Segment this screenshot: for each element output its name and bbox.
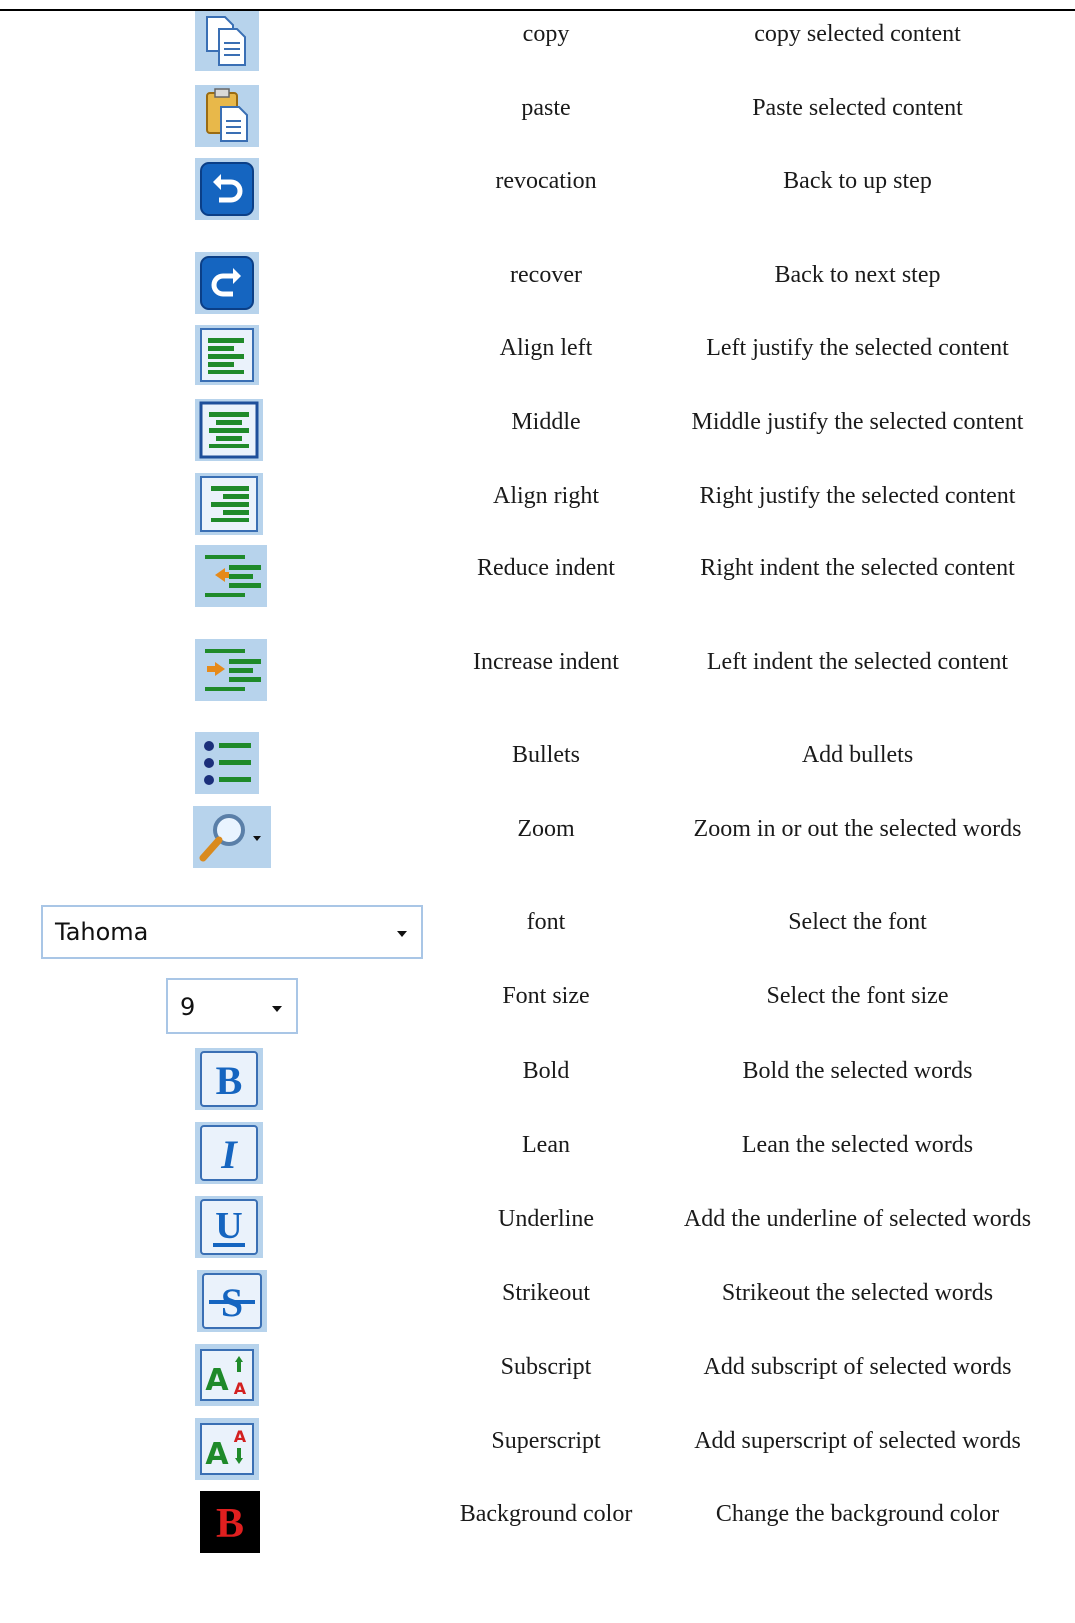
chevron-down-icon[interactable]	[397, 931, 407, 937]
bullets-icon[interactable]	[195, 732, 259, 794]
svg-text:A: A	[205, 1437, 229, 1472]
row-desc: Left justify the selected content	[706, 335, 1009, 361]
row-name: Background color	[459, 1501, 633, 1527]
row-name: paste	[521, 95, 571, 121]
row-desc: Add the underline of selected words	[683, 1206, 1032, 1232]
row-name: revocation	[495, 168, 597, 194]
svg-text:I: I	[220, 1132, 238, 1177]
svg-text:A: A	[205, 1363, 229, 1398]
align-center-icon[interactable]	[195, 399, 263, 461]
row-desc: Bold the selected words	[742, 1058, 973, 1084]
zoom-icon[interactable]	[193, 806, 271, 868]
svg-text:A: A	[234, 1427, 247, 1446]
row-name: Underline	[498, 1206, 594, 1232]
align-left-icon[interactable]	[195, 325, 259, 385]
row-desc: Add subscript of selected words	[703, 1354, 1012, 1380]
row-desc: Change the background color	[715, 1501, 1000, 1527]
font-combo-value: Tahoma	[55, 918, 149, 946]
row-name: Increase indent	[473, 649, 619, 675]
row-desc: Paste selected content	[752, 95, 963, 121]
row-name: Superscript	[491, 1428, 601, 1454]
row-desc: Zoom in or out the selected words	[693, 816, 1022, 842]
row-desc: Lean the selected words	[741, 1132, 974, 1158]
row-desc: Add superscript of selected words	[694, 1428, 1021, 1454]
copy-icon[interactable]	[195, 11, 259, 71]
align-right-icon[interactable]	[195, 473, 263, 535]
row-name: Align left	[499, 335, 593, 361]
row-desc: Strikeout the selected words	[721, 1280, 994, 1306]
row-name: font	[526, 909, 566, 935]
row-desc: Select the font	[788, 909, 927, 935]
row-desc: Back to up step	[783, 168, 932, 194]
subscript-icon[interactable]: A A	[195, 1344, 259, 1406]
font-combo[interactable]: Tahoma	[41, 905, 423, 959]
background-color-icon[interactable]: B	[200, 1491, 260, 1553]
superscript-icon[interactable]: A A	[195, 1418, 259, 1480]
svg-text:U: U	[215, 1205, 242, 1247]
row-desc: Add bullets	[801, 742, 914, 768]
indent-icon[interactable]	[195, 639, 267, 701]
row-desc: Middle justify the selected content	[691, 409, 1024, 435]
font-size-combo-value: 9	[180, 993, 196, 1021]
svg-text:B: B	[216, 1501, 244, 1547]
row-name: Zoom	[517, 816, 575, 842]
paste-icon[interactable]	[195, 85, 259, 147]
row-desc: Back to next step	[774, 262, 941, 288]
row-name: Bullets	[511, 742, 580, 768]
italic-icon[interactable]: I	[195, 1122, 263, 1184]
outdent-icon[interactable]	[195, 545, 267, 607]
svg-text:A: A	[234, 1379, 247, 1398]
bold-icon[interactable]: B	[195, 1048, 263, 1110]
undo-icon[interactable]	[195, 158, 259, 220]
row-name: Reduce indent	[477, 555, 615, 581]
underline-icon[interactable]: U	[195, 1196, 263, 1258]
chevron-down-icon[interactable]	[272, 1006, 282, 1012]
row-name: Bold	[522, 1058, 570, 1084]
row-name: copy	[522, 21, 570, 47]
strikeout-icon[interactable]: S	[197, 1270, 267, 1332]
row-name: recover	[510, 262, 582, 288]
row-desc: Right indent the selected content	[700, 555, 1015, 581]
row-name: Subscript	[500, 1354, 592, 1380]
font-size-combo[interactable]: 9	[166, 978, 298, 1034]
row-name: Align right	[493, 483, 599, 509]
row-desc: copy selected content	[754, 21, 961, 47]
row-name: Lean	[522, 1132, 570, 1158]
row-desc: Left indent the selected content	[706, 649, 1009, 675]
row-name: Font size	[502, 983, 590, 1009]
svg-text:B: B	[216, 1058, 243, 1103]
redo-icon[interactable]	[195, 252, 259, 314]
row-desc: Select the font size	[766, 983, 949, 1009]
row-name: Middle	[511, 409, 581, 435]
row-name: Strikeout	[502, 1280, 590, 1306]
row-desc: Right justify the selected content	[699, 483, 1016, 509]
